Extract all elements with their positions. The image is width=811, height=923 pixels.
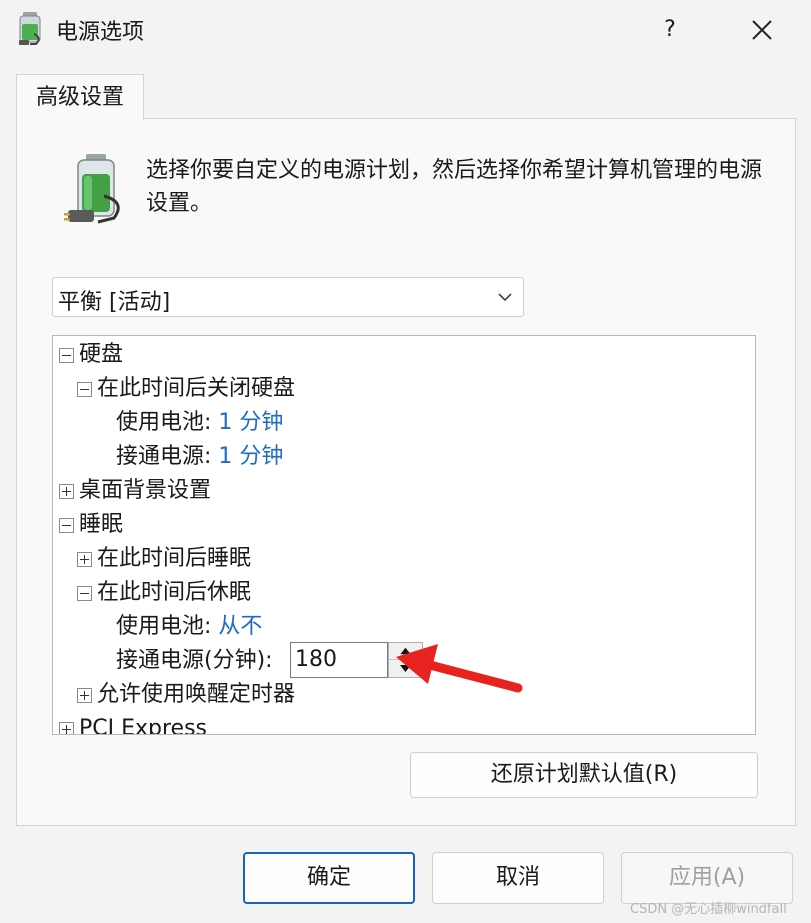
description-text: 选择你要自定义的电源计划，然后选择你希望计算机管理的电源设置。 — [146, 158, 763, 216]
setting-value-link[interactable]: 1 分钟 — [218, 410, 283, 435]
tree-setting-battery-disk[interactable]: 使用电池: 1 分钟 — [116, 406, 283, 440]
collapse-icon[interactable] — [77, 382, 92, 397]
tree-item-hard-disk[interactable]: 硬盘 — [59, 338, 123, 372]
tree-item-hibernate-after[interactable]: 在此时间后休眠 — [77, 576, 251, 610]
setting-value-link[interactable]: 从不 — [218, 614, 262, 639]
tree-label: 硬盘 — [79, 342, 124, 367]
tree-item-sleep-after[interactable]: 在此时间后睡眠 — [77, 542, 251, 576]
cancel-button[interactable]: 取消 — [432, 852, 604, 904]
setting-label: 使用电池: — [116, 410, 212, 435]
collapse-icon[interactable] — [59, 348, 74, 363]
setting-label: 使用电池: — [116, 614, 212, 639]
title-bar: 电源选项 ? — [0, 0, 811, 60]
collapse-icon[interactable] — [77, 586, 92, 601]
tree-item-pci-express[interactable]: PCI Express — [59, 712, 208, 735]
tree-label: 睡眠 — [79, 512, 124, 537]
tree-label: 在此时间后休眠 — [97, 580, 252, 605]
tree-item-turn-off-disk[interactable]: 在此时间后关闭硬盘 — [77, 372, 295, 406]
plugged-minutes-input[interactable]: 180 — [290, 642, 388, 678]
expand-icon[interactable] — [59, 722, 74, 734]
tree-label: 在此时间后关闭硬盘 — [97, 376, 296, 401]
power-plan-select[interactable]: 平衡 [活动] — [52, 277, 524, 317]
apply-button[interactable]: 应用(A) — [621, 852, 793, 904]
chevron-down-icon — [498, 293, 512, 302]
restore-defaults-button[interactable]: 还原计划默认值(R) — [410, 752, 758, 798]
tree-item-desktop-background[interactable]: 桌面背景设置 — [59, 474, 211, 508]
tab-advanced-settings[interactable]: 高级设置 — [16, 74, 144, 120]
tree-label: 在此时间后睡眠 — [97, 546, 252, 571]
tree-setting-plugged-hibernate: 接通电源(分钟): — [116, 644, 273, 678]
tree-setting-plugged-disk[interactable]: 接通电源: 1 分钟 — [116, 440, 283, 474]
tree-item-wake-timers[interactable]: 允许使用唤醒定时器 — [77, 678, 295, 712]
plan-select-value: 平衡 [活动] — [58, 290, 171, 315]
power-options-icon — [19, 12, 41, 45]
setting-value-link[interactable]: 1 分钟 — [218, 444, 283, 469]
ok-button[interactable]: 确定 — [243, 852, 415, 904]
tree-label: 桌面背景设置 — [79, 478, 212, 503]
setting-label: 接通电源(分钟): — [116, 648, 273, 673]
expand-icon[interactable] — [77, 552, 92, 567]
help-button[interactable]: ? — [645, 8, 695, 52]
collapse-icon[interactable] — [59, 518, 74, 533]
close-icon[interactable] — [737, 8, 787, 52]
setting-label: 接通电源: — [116, 444, 212, 469]
tree-label: 允许使用唤醒定时器 — [97, 682, 296, 707]
expand-icon[interactable] — [77, 688, 92, 703]
battery-plug-icon — [64, 154, 120, 224]
expand-icon[interactable] — [59, 484, 74, 499]
watermark: CSDN @无心插柳windfall — [630, 902, 787, 917]
tree-label: PCI Express — [79, 716, 208, 735]
red-arrow-annotation — [396, 644, 523, 693]
window-title: 电源选项 — [56, 20, 145, 45]
tree-setting-battery-hibernate[interactable]: 使用电池: 从不 — [116, 610, 262, 644]
tree-item-sleep[interactable]: 睡眠 — [59, 508, 123, 542]
